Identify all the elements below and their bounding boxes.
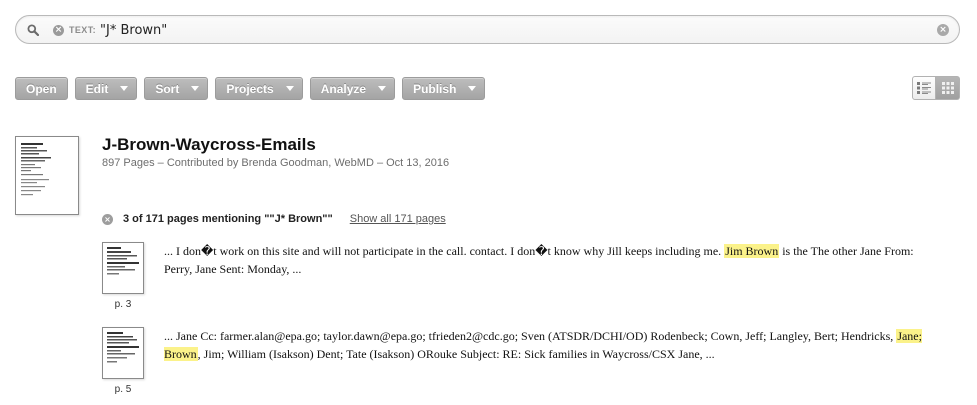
view-toggle — [912, 76, 960, 100]
page-label[interactable]: p. 5 — [102, 384, 144, 395]
chevron-down-icon — [378, 86, 387, 91]
open-button-label: Open — [26, 81, 57, 96]
page-preview — [107, 332, 139, 363]
close-mentions-icon[interactable]: × — [102, 213, 113, 225]
toolbar: Open Edit Sort Projects Analyze Publish — [15, 77, 486, 100]
document-title[interactable]: J-Brown-Waycross-Emails — [102, 135, 316, 155]
list-view-icon — [917, 82, 931, 94]
analyze-button-label: Analyze — [320, 81, 367, 96]
page-thumbnail[interactable] — [102, 242, 144, 294]
token-label: TEXT: — [69, 25, 97, 35]
document-page-preview — [21, 143, 51, 196]
grid-view-icon — [941, 82, 954, 94]
clear-search-icon[interactable]: × — [937, 24, 949, 36]
sort-menu-button[interactable]: Sort — [144, 77, 209, 100]
search-highlight: Jim Brown — [724, 244, 780, 258]
chevron-down-icon — [120, 86, 129, 91]
grid-view-button[interactable] — [936, 76, 960, 100]
page-label[interactable]: p. 3 — [102, 299, 144, 310]
mentions-count: 3 of 171 pages mentioning ""J* Brown"" — [123, 213, 333, 225]
search-bar[interactable]: × TEXT: "J* Brown" × — [15, 15, 960, 44]
analyze-menu-button[interactable]: Analyze — [309, 77, 396, 100]
token-value: "J* Brown" — [100, 22, 168, 38]
chevron-down-icon — [191, 86, 200, 91]
search-icon — [27, 24, 39, 36]
result-snippet[interactable]: ... I don�t work on this site and will n… — [164, 242, 944, 278]
document-thumbnail[interactable] — [15, 136, 79, 215]
document-meta: 897 Pages – Contributed by Brenda Goodma… — [102, 157, 450, 169]
projects-button-label: Projects — [226, 81, 274, 96]
projects-menu-button[interactable]: Projects — [215, 77, 303, 100]
snippet-text: ... Jane Cc: farmer.alan@epa.go; taylor.… — [164, 329, 897, 343]
page-preview — [107, 247, 139, 275]
chevron-down-icon — [468, 86, 477, 91]
mentions-bar: × 3 of 171 pages mentioning ""J* Brown""… — [102, 213, 446, 225]
edit-button-label: Edit — [85, 81, 109, 96]
chevron-down-icon — [285, 86, 294, 91]
sort-button-label: Sort — [155, 81, 180, 96]
edit-menu-button[interactable]: Edit — [74, 77, 138, 100]
remove-token-icon[interactable]: × — [53, 24, 64, 36]
publish-menu-button[interactable]: Publish — [402, 77, 486, 100]
result-snippet[interactable]: ... Jane Cc: farmer.alan@epa.go; taylor.… — [164, 327, 944, 363]
open-button[interactable]: Open — [15, 77, 68, 100]
show-all-pages-link[interactable]: Show all 171 pages — [350, 213, 446, 225]
page-thumbnail[interactable] — [102, 327, 144, 379]
snippet-text: , Jim; William (Isakson) Dent; Tate (Isa… — [197, 347, 715, 361]
list-view-button[interactable] — [912, 76, 936, 100]
snippet-text: ... I don�t work on this site and will n… — [164, 244, 725, 258]
publish-button-label: Publish — [413, 81, 457, 96]
search-token[interactable]: × TEXT: "J* Brown" — [53, 22, 167, 38]
